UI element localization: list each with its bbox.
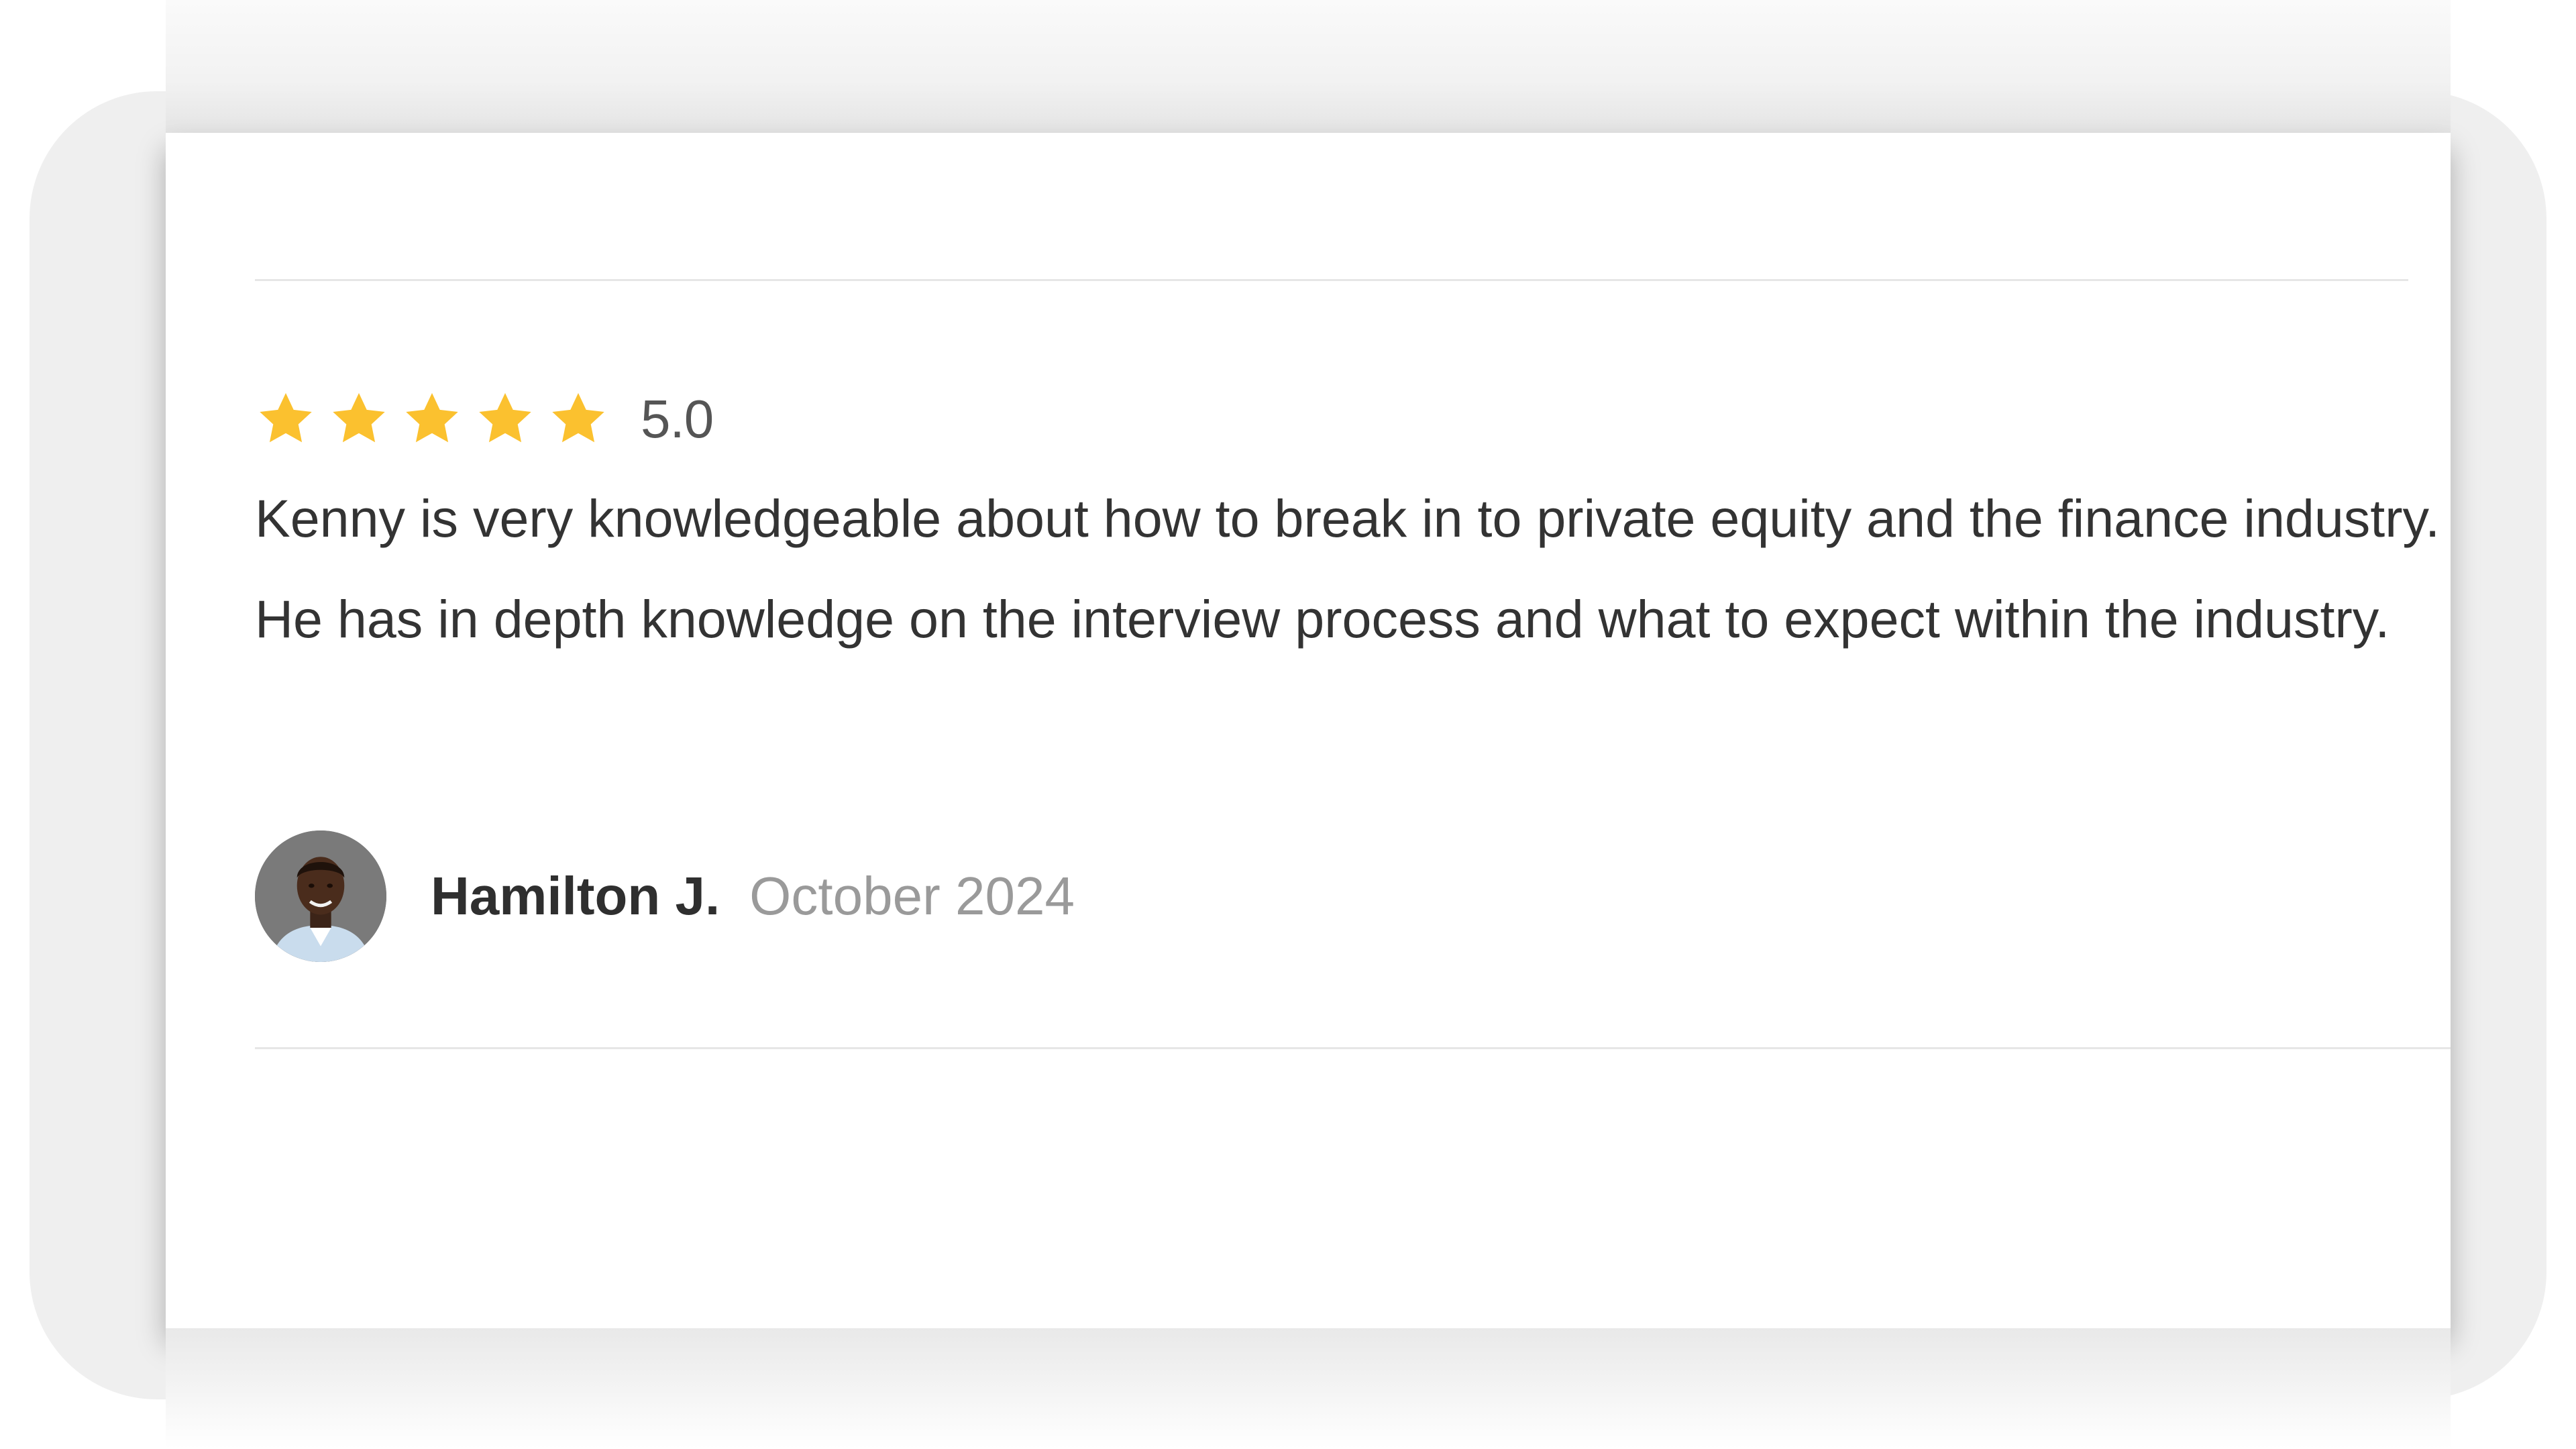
top-scroll-strip (166, 0, 2451, 134)
bottom-divider (255, 1047, 2451, 1049)
faded-next-review (255, 1079, 792, 1300)
user-avatar-icon (255, 830, 386, 962)
avatar (255, 830, 386, 962)
review-author: Hamilton J. October 2024 (255, 830, 1075, 962)
screenshot-stage: 5.0 Kenny is very knowledgeable about ho… (0, 0, 2576, 1449)
review-text: Kenny is very knowledgeable about how to… (255, 488, 2440, 649)
star-icon (255, 388, 317, 450)
author-name: Hamilton J. (431, 866, 720, 926)
rating-value: 5.0 (641, 389, 714, 449)
top-divider (255, 279, 2408, 281)
rating-row: 5.0 (255, 382, 714, 456)
star-icon (328, 388, 390, 450)
star-icon (547, 388, 609, 450)
review-date: October 2024 (749, 866, 1075, 926)
review-card: 5.0 Kenny is very knowledgeable about ho… (166, 133, 2451, 1328)
star-icon (401, 388, 463, 450)
bottom-scroll-strip (166, 1328, 2451, 1449)
star-icon (474, 388, 536, 450)
